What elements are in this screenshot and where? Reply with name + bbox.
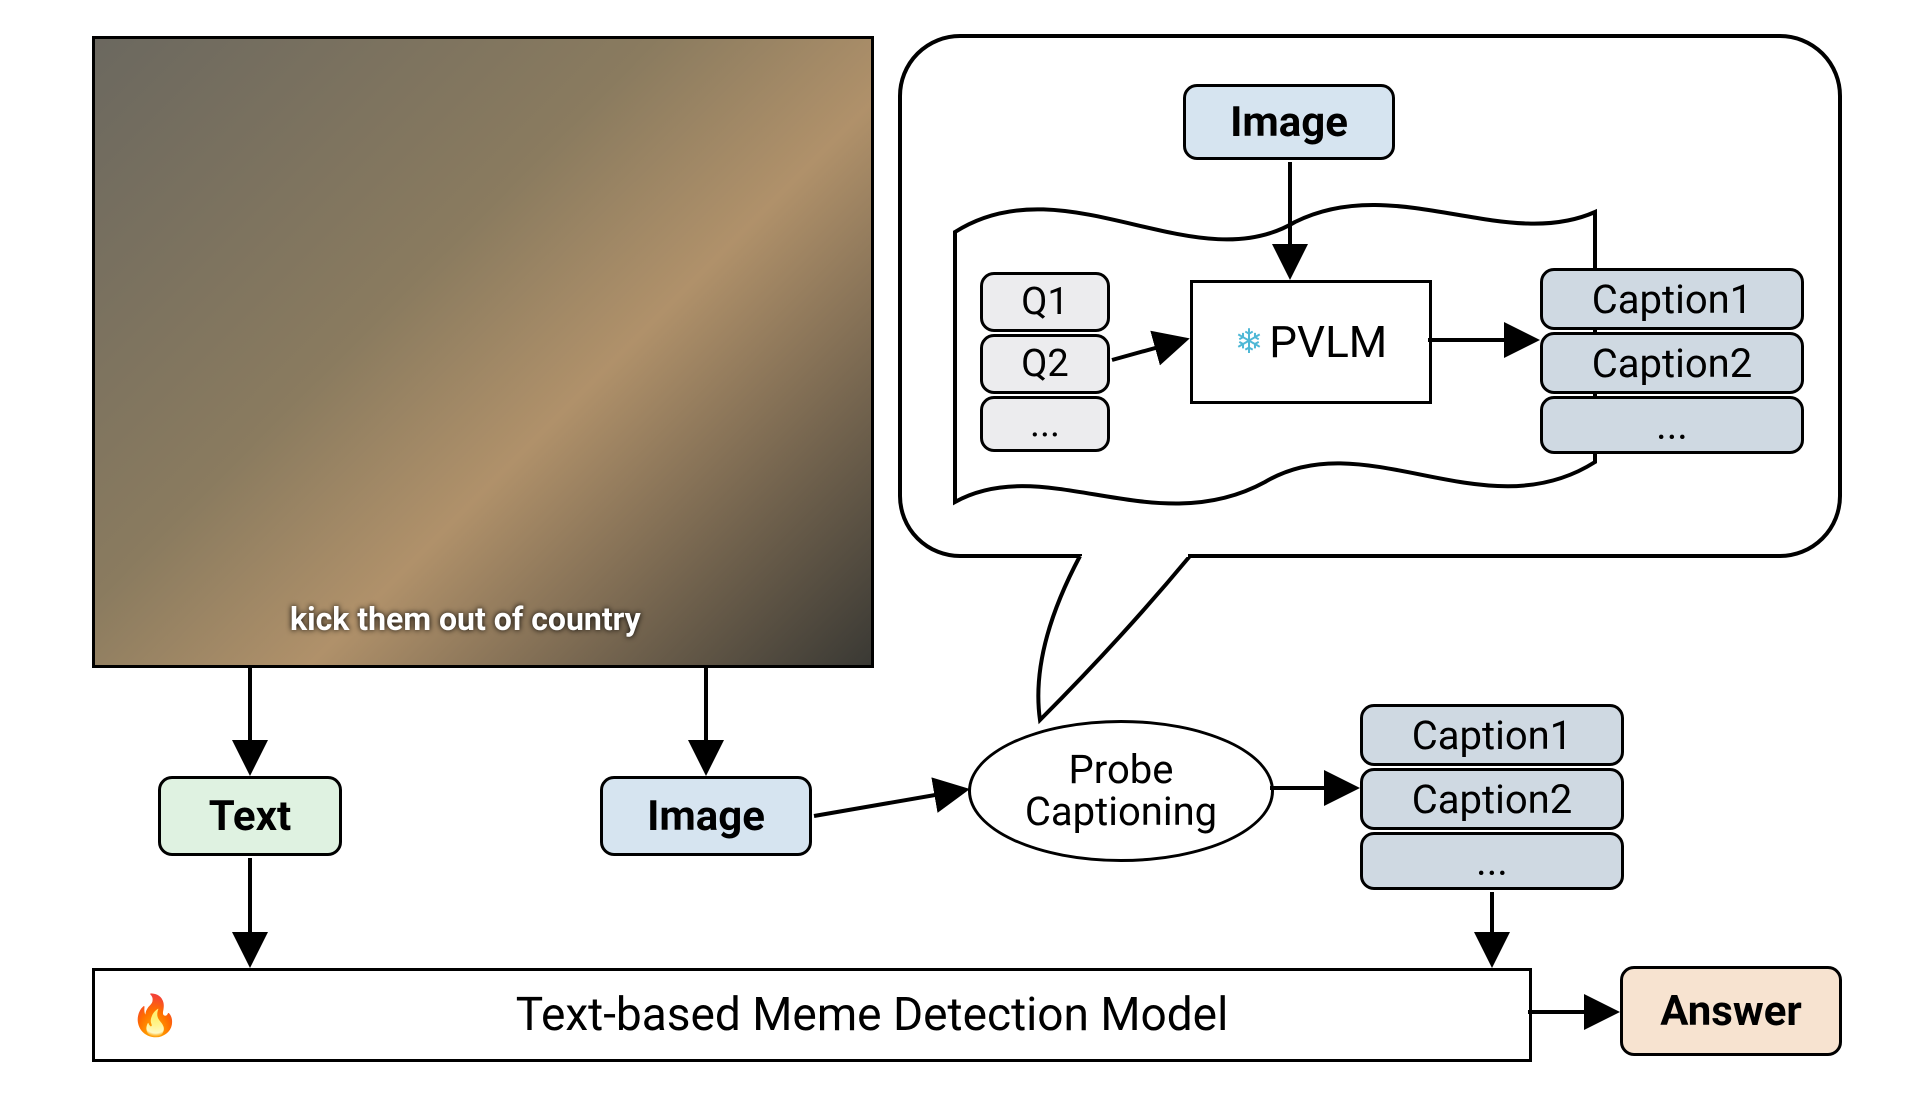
detector-box: 🔥 Text-based Meme Detection Model <box>92 968 1532 1062</box>
caption-upper-2-label: Caption2 <box>1592 340 1752 387</box>
image-node-upper-label: Image <box>1230 98 1348 147</box>
probe-captioning-node: Probe Captioning <box>968 720 1274 862</box>
image-node-upper: Image <box>1183 84 1395 160</box>
fire-icon: 🔥 <box>130 992 180 1039</box>
caption-lower-2-label: Caption2 <box>1412 776 1572 823</box>
meme-overlay-text: kick them out of country <box>290 600 641 638</box>
answer-node-label: Answer <box>1660 987 1802 1036</box>
caption-upper-more: ... <box>1540 396 1804 454</box>
caption-upper-1-label: Caption1 <box>1592 276 1752 323</box>
caption-upper-more-label: ... <box>1656 402 1688 449</box>
image-node-lower: Image <box>600 776 812 856</box>
question-more: ... <box>980 396 1110 452</box>
pvlm-label: PVLM <box>1269 316 1387 368</box>
question-q1-label: Q1 <box>1021 280 1069 324</box>
caption-upper-2: Caption2 <box>1540 332 1804 394</box>
answer-node: Answer <box>1620 966 1842 1056</box>
meme-image <box>92 36 874 668</box>
question-more-label: ... <box>1030 402 1060 446</box>
frozen-icon: ❄ <box>1235 322 1264 362</box>
caption-lower-more: ... <box>1360 832 1624 890</box>
question-q1: Q1 <box>980 272 1110 332</box>
image-node-lower-label: Image <box>647 792 765 841</box>
detector-label: Text-based Meme Detection Model <box>516 988 1229 1042</box>
caption-lower-2: Caption2 <box>1360 768 1624 830</box>
probe-captioning-label: Probe Captioning <box>971 749 1271 833</box>
caption-lower-more-label: ... <box>1476 838 1508 885</box>
question-q2-label: Q2 <box>1021 342 1069 386</box>
caption-lower-1: Caption1 <box>1360 704 1624 766</box>
pvlm-box: ❄ PVLM <box>1190 280 1432 404</box>
text-node: Text <box>158 776 342 856</box>
text-node-label: Text <box>209 792 291 841</box>
question-q2: Q2 <box>980 334 1110 394</box>
caption-upper-1: Caption1 <box>1540 268 1804 330</box>
caption-lower-1-label: Caption1 <box>1412 712 1572 759</box>
